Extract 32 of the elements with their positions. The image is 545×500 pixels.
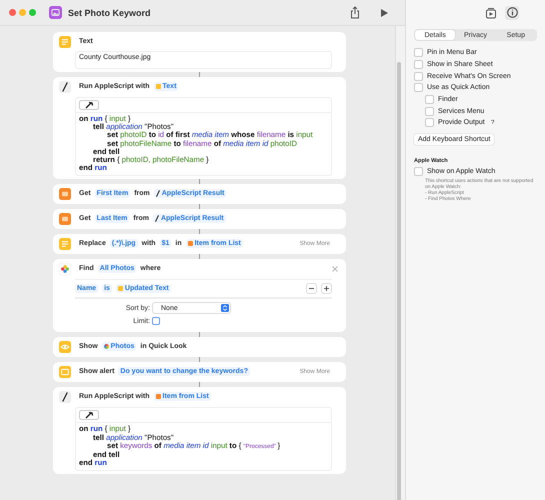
- share-icon[interactable]: [350, 6, 360, 19]
- checkbox[interactable]: [425, 118, 434, 128]
- script-icon: [59, 390, 71, 403]
- remove-button[interactable]: [306, 283, 317, 294]
- alert-window-icon: [59, 366, 71, 378]
- stepper-icon: [221, 304, 229, 312]
- minimize-button[interactable]: [19, 9, 26, 16]
- limit-checkbox[interactable]: [152, 317, 160, 326]
- window-title: Set Photo Keyword: [68, 8, 152, 18]
- text-lines-icon: [59, 36, 71, 48]
- photos-icon: [59, 262, 71, 275]
- close-icon[interactable]: [332, 266, 338, 272]
- info-button[interactable]: [505, 6, 519, 20]
- library-icon[interactable]: [485, 6, 497, 18]
- checkbox[interactable]: [425, 106, 434, 116]
- script-icon: [154, 215, 159, 222]
- checkbox[interactable]: [414, 60, 423, 70]
- eye-icon: [59, 340, 71, 353]
- checkbox[interactable]: [414, 167, 423, 176]
- script-icon: [156, 190, 160, 198]
- checkbox[interactable]: [414, 83, 423, 92]
- zoom-button[interactable]: [29, 9, 36, 16]
- checkbox[interactable]: [425, 95, 434, 104]
- script-icon: [59, 80, 71, 92]
- add-button[interactable]: [321, 283, 332, 294]
- text-lines-icon: [59, 238, 71, 250]
- checkbox[interactable]: [414, 48, 423, 58]
- photo-icon: [49, 6, 62, 19]
- close-button[interactable]: [9, 9, 16, 16]
- checkbox[interactable]: [414, 72, 423, 81]
- action-card[interactable]: [53, 77, 346, 180]
- play-icon[interactable]: [380, 8, 389, 18]
